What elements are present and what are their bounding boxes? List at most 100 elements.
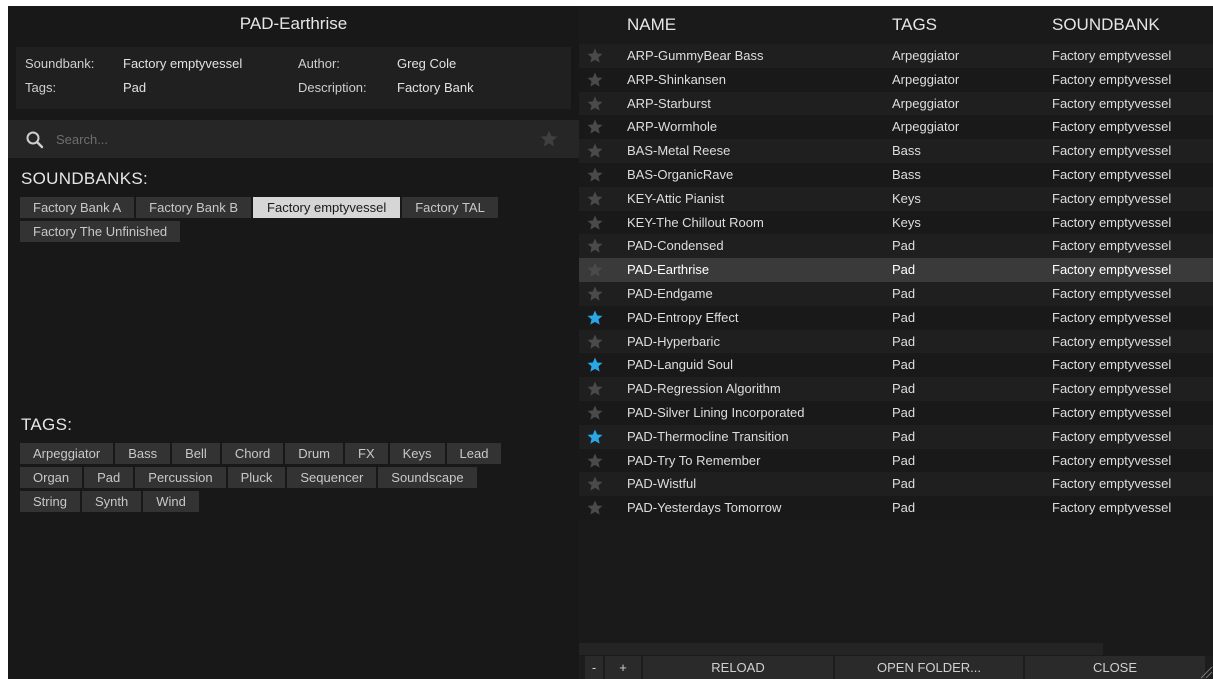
tag-chip[interactable]: Synth (81, 491, 142, 512)
search-input[interactable] (56, 129, 526, 149)
favorite-star-icon[interactable] (586, 237, 604, 255)
description-label: Description: (298, 80, 367, 95)
tag-chip[interactable]: Pluck (227, 467, 286, 488)
preset-row[interactable]: BAS-OrganicRave Bass Factory emptyvessel (579, 162, 1213, 187)
favorite-star-icon[interactable] (586, 475, 604, 493)
favorite-star-icon[interactable] (586, 428, 604, 446)
favorite-star-icon[interactable] (586, 333, 604, 351)
soundbank-chip[interactable]: Factory Bank B (136, 197, 252, 218)
preset-soundbank-cell: Factory emptyvessel (1052, 309, 1172, 325)
preset-row[interactable]: ARP-GummyBear Bass Arpeggiator Factory emp… (579, 44, 1213, 68)
search-icon[interactable] (25, 130, 45, 150)
tag-chip[interactable]: Percussion (135, 467, 226, 488)
preset-tag-cell: Keys (892, 214, 921, 230)
favorite-star-icon[interactable] (586, 71, 604, 89)
tag-chip[interactable]: Pad (84, 467, 134, 488)
preset-row[interactable]: KEY-Attic Pianist Keys Factory emptyvessel (579, 186, 1213, 211)
tag-chip-row-2: Organ Pad Percussion Pluck Sequencer Sou… (20, 467, 477, 488)
tag-chip[interactable]: Soundscape (378, 467, 477, 488)
preset-row[interactable]: PAD-Regression Algorithm Pad Factory empty… (579, 377, 1213, 401)
preset-name-cell: PAD-Hyperbaric (627, 333, 720, 349)
favorite-star-icon[interactable] (586, 309, 604, 327)
tag-chip[interactable]: Drum (285, 443, 344, 464)
preset-tag-cell: Pad (892, 476, 916, 492)
soundbank-chip[interactable]: Factory The Unfinished (20, 221, 181, 242)
tag-chip[interactable]: Organ (20, 467, 83, 488)
preset-row[interactable]: PAD-Wistful Pad Factory emptyvessel (579, 472, 1213, 497)
favorite-star-icon[interactable] (586, 142, 604, 160)
soundbank-chip[interactable]: Factory TAL (402, 197, 498, 218)
preset-row[interactable]: BAS-Metal Reese Bass Factory emptyvessel (579, 139, 1213, 163)
column-header-name[interactable]: NAME (627, 6, 676, 44)
tag-chip[interactable]: FX (345, 443, 388, 464)
preset-soundbank-cell: Factory emptyvessel (1052, 452, 1172, 468)
preset-name-cell: PAD-Condensed (627, 238, 724, 254)
remove-button[interactable]: - (585, 656, 603, 679)
preset-name-cell: ARP-Shinkansen (627, 71, 726, 87)
preset-row[interactable]: ARP-Starburst Arpeggiator Factory emptyves… (579, 91, 1213, 116)
preset-row[interactable]: PAD-Try To Remember Pad Factory emptyvesse… (579, 448, 1213, 473)
tag-chip[interactable]: Bell (172, 443, 220, 464)
favorites-filter-star-icon[interactable] (539, 129, 559, 149)
preset-row[interactable]: PAD-Thermocline Transition Pad Factory emp… (579, 424, 1213, 449)
preset-soundbank-cell: Factory emptyvessel (1052, 381, 1172, 397)
column-header-soundbank[interactable]: SOUNDBANK (1052, 6, 1160, 44)
resize-grip-icon[interactable] (1199, 665, 1213, 679)
tags-heading: TAGS: (21, 415, 73, 434)
tag-chip[interactable]: String (20, 491, 80, 512)
favorite-star-icon[interactable] (586, 47, 604, 65)
favorite-star-icon[interactable] (586, 95, 604, 113)
preset-name-cell: PAD-Entropy Effect (627, 309, 739, 325)
favorite-star-icon[interactable] (586, 190, 604, 208)
preset-info-box: Soundbank: Factory emptyvessel Author: G… (16, 47, 571, 109)
preset-row[interactable]: PAD-Yesterdays Tomorrow Pad Factory emptyv… (579, 496, 1213, 520)
preset-row[interactable]: PAD-Endgame Pad Factory emptyvessel (579, 281, 1213, 306)
preset-row-selected[interactable]: PAD-Earthrise Pad Factory emptyvessel (579, 258, 1213, 282)
preset-row[interactable]: PAD-Silver Lining Incorporated Pad Factory… (579, 400, 1213, 425)
favorite-star-icon[interactable] (586, 380, 604, 398)
author-value: Greg Cole (397, 56, 457, 71)
favorite-star-icon[interactable] (586, 285, 604, 303)
favorite-star-icon[interactable] (586, 452, 604, 470)
soundbank-chip[interactable]: Factory Bank A (20, 197, 135, 218)
preset-row[interactable]: PAD-Entropy Effect Pad Factory emptyvessel (579, 305, 1213, 330)
preset-row[interactable]: PAD-Languid Soul Pad Factory emptyvessel (579, 353, 1213, 378)
preset-name-cell: PAD-Earthrise (627, 262, 710, 278)
tag-chip[interactable]: Wind (143, 491, 199, 512)
preset-soundbank-cell: Factory emptyvessel (1052, 48, 1172, 63)
tag-chip[interactable]: Lead (446, 443, 502, 464)
preset-soundbank-cell: Factory emptyvessel (1052, 238, 1172, 254)
tag-chip[interactable]: Keys (389, 443, 445, 464)
favorite-star-icon[interactable] (586, 404, 604, 422)
preset-soundbank-cell: Factory emptyvessel (1052, 214, 1172, 230)
preset-row[interactable]: ARP-Wormhole Arpeggiator Factory emptyvess… (579, 115, 1213, 140)
preset-name-cell: PAD-Yesterdays Tomorrow (627, 500, 782, 516)
column-header-tags[interactable]: TAGS (892, 6, 937, 44)
preset-row[interactable]: KEY-The Chillout Room Keys Factory emptyve… (579, 210, 1213, 235)
tag-chip[interactable]: Sequencer (287, 467, 377, 488)
preset-soundbank-cell: Factory emptyvessel (1052, 428, 1172, 444)
favorite-star-icon[interactable] (586, 166, 604, 184)
favorite-star-icon[interactable] (586, 356, 604, 374)
soundbank-chip-selected[interactable]: Factory emptyvessel (253, 197, 401, 218)
preset-soundbank-cell: Factory emptyvessel (1052, 143, 1172, 159)
preset-row[interactable]: PAD-Condensed Pad Factory emptyvessel (579, 234, 1213, 259)
preset-tag-cell: Arpeggiator (892, 119, 960, 135)
tag-chip[interactable]: Arpeggiator (20, 443, 114, 464)
favorite-star-icon[interactable] (586, 499, 604, 517)
tag-chip[interactable]: Bass (115, 443, 171, 464)
preset-row[interactable]: ARP-Shinkansen Arpeggiator Factory emptyve… (579, 67, 1213, 92)
favorite-star-icon[interactable] (586, 214, 604, 232)
preset-name-cell: BAS-OrganicRave (627, 166, 734, 182)
favorite-star-icon[interactable] (586, 118, 604, 136)
close-button[interactable]: CLOSE (1025, 656, 1205, 679)
author-label: Author: (298, 56, 340, 71)
preset-row[interactable]: PAD-Hyperbaric Pad Factory emptyvessel (579, 329, 1213, 354)
open-folder-button[interactable]: OPEN FOLDER... (835, 656, 1023, 679)
favorite-star-icon[interactable] (586, 261, 604, 279)
add-button[interactable]: + (605, 656, 641, 679)
preset-tag-cell: Pad (892, 262, 916, 278)
reload-button[interactable]: RELOAD (643, 656, 833, 679)
tag-chip[interactable]: Chord (221, 443, 284, 464)
horizontal-scrollbar[interactable] (579, 643, 1103, 655)
